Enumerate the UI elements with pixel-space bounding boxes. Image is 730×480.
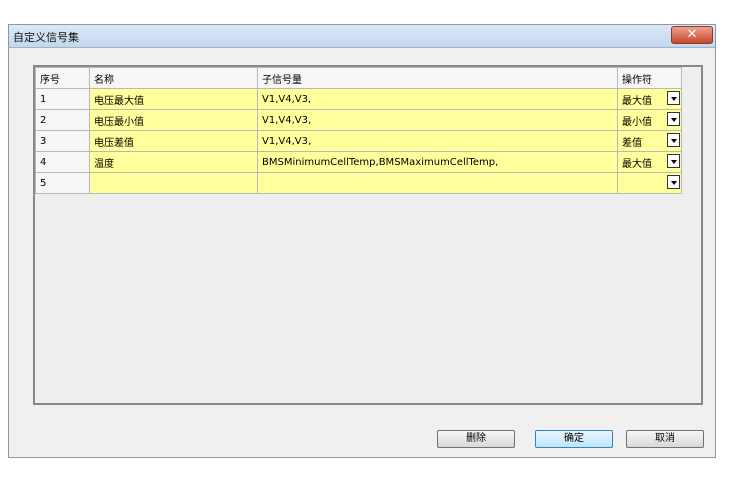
signals-cell[interactable] — [257, 172, 618, 194]
header-index: 序号 — [35, 67, 90, 89]
close-button[interactable]: ✕ — [671, 26, 713, 44]
name-cell[interactable]: 温度 — [89, 151, 258, 173]
ok-button[interactable]: 确定 — [535, 430, 613, 448]
operator-cell[interactable]: 最大值 — [617, 151, 682, 173]
table-row: 2 电压最小值 V1,V4,V3, 最小值 — [35, 109, 682, 131]
dialog-window: 自定义信号集 ✕ 序号 名称 子信号量 操作符 1 电压最大值 V1,V4,V3… — [8, 24, 716, 458]
operator-cell[interactable]: 最大值 — [617, 88, 682, 110]
header-signals: 子信号量 — [257, 67, 618, 89]
table-row: 5 — [35, 172, 682, 194]
dropdown-arrow-icon[interactable] — [667, 91, 680, 105]
operator-cell[interactable] — [617, 172, 682, 194]
dropdown-arrow-icon[interactable] — [667, 133, 680, 147]
table-row: 3 电压差值 V1,V4,V3, 差值 — [35, 130, 682, 152]
row-index: 1 — [35, 88, 90, 110]
dropdown-arrow-icon[interactable] — [667, 175, 680, 189]
operator-value: 差值 — [622, 137, 642, 149]
dropdown-arrow-icon[interactable] — [667, 112, 680, 126]
operator-cell[interactable]: 差值 — [617, 130, 682, 152]
signals-cell[interactable]: V1,V4,V3, — [257, 109, 618, 131]
signals-cell[interactable]: V1,V4,V3, — [257, 88, 618, 110]
close-icon: ✕ — [686, 27, 698, 42]
header-name: 名称 — [89, 67, 258, 89]
title-bar[interactable]: 自定义信号集 ✕ — [9, 25, 715, 48]
delete-button[interactable]: 删除 — [437, 430, 515, 448]
header-operator: 操作符 — [617, 67, 682, 89]
row-index: 4 — [35, 151, 90, 173]
name-cell[interactable] — [89, 172, 258, 194]
window-title: 自定义信号集 — [13, 31, 79, 44]
signal-table: 序号 名称 子信号量 操作符 1 电压最大值 V1,V4,V3, 最大值 2 电… — [35, 67, 682, 194]
row-index: 3 — [35, 130, 90, 152]
table-row: 4 温度 BMSMinimumCellTemp,BMSMaximumCellTe… — [35, 151, 682, 173]
name-cell[interactable]: 电压最小值 — [89, 109, 258, 131]
operator-value: 最大值 — [622, 95, 652, 107]
operator-value: 最小值 — [622, 116, 652, 128]
cancel-button[interactable]: 取消 — [626, 430, 704, 448]
operator-cell[interactable]: 最小值 — [617, 109, 682, 131]
row-index: 2 — [35, 109, 90, 131]
signals-cell[interactable]: V1,V4,V3, — [257, 130, 618, 152]
signal-grid: 序号 名称 子信号量 操作符 1 电压最大值 V1,V4,V3, 最大值 2 电… — [33, 65, 703, 405]
name-cell[interactable]: 电压差值 — [89, 130, 258, 152]
table-header-row: 序号 名称 子信号量 操作符 — [35, 67, 682, 89]
signals-cell[interactable]: BMSMinimumCellTemp,BMSMaximumCellTemp, — [257, 151, 618, 173]
name-cell[interactable]: 电压最大值 — [89, 88, 258, 110]
table-row: 1 电压最大值 V1,V4,V3, 最大值 — [35, 88, 682, 110]
row-index: 5 — [35, 172, 90, 194]
operator-value: 最大值 — [622, 158, 652, 170]
dropdown-arrow-icon[interactable] — [667, 154, 680, 168]
